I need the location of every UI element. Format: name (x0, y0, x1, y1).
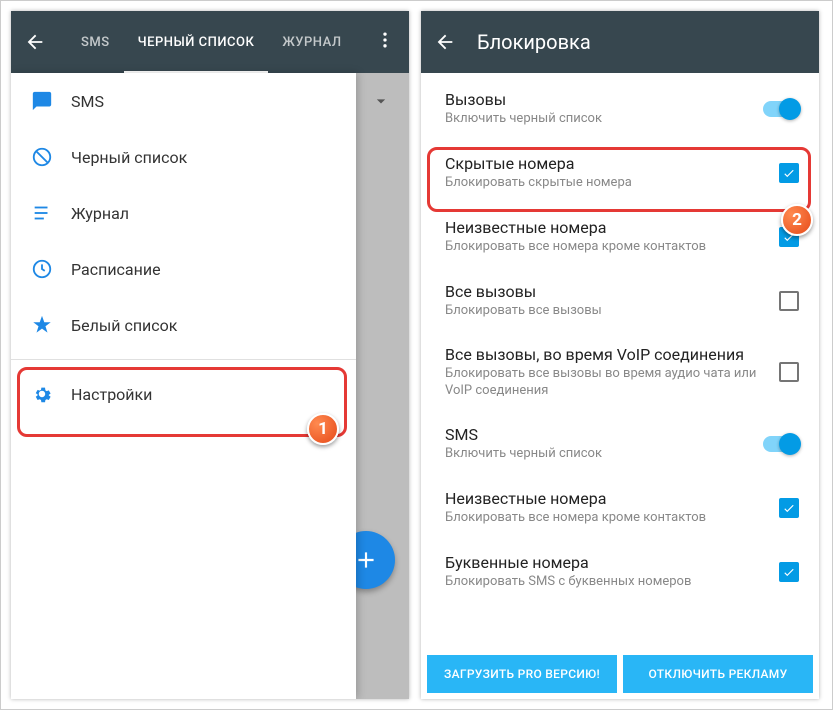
arrow-left-icon (434, 31, 456, 53)
setting-row[interactable]: Все вызовы, во время VoIP соединения Блок… (421, 333, 819, 412)
setting-row[interactable]: Вызовы Включить черный список (421, 77, 819, 141)
drawer-item-sms[interactable]: SMS (11, 73, 356, 129)
drawer-item-log[interactable]: Журнал (11, 185, 356, 241)
page-title: Блокировка (477, 30, 591, 54)
tabs: SMS ЧЕРНЫЙ СПИСОК ЖУРНАЛ (67, 11, 373, 73)
drawer-item-whitelist[interactable]: Белый список (11, 297, 356, 353)
tab-blacklist[interactable]: ЧЕРНЫЙ СПИСОК (124, 11, 269, 73)
setting-sub: Блокировать скрытые номера (445, 175, 769, 192)
settings-list: Вызовы Включить черный список Скрытые номе… (421, 73, 819, 608)
sms-icon (31, 90, 71, 112)
setting-row[interactable]: Все вызовы Блокировать все вызовы (421, 269, 819, 333)
left-phone: SMS ЧЕРНЫЙ СПИСОК ЖУРНАЛ × SMS Черный сп… (11, 11, 409, 699)
setting-sub: Блокировать все вызовы (445, 303, 769, 320)
gear-icon (31, 383, 71, 405)
log-icon (31, 202, 71, 224)
setting-label: Все вызовы, во время VoIP соединения (445, 345, 769, 364)
back-button[interactable] (433, 30, 457, 54)
setting-sub: Блокировать все номера кроме контактов (445, 510, 769, 527)
plus-icon (353, 547, 379, 573)
checkbox[interactable] (779, 163, 799, 183)
disable-ads-button[interactable]: ОТКЛЮЧИТЬ РЕКЛАМУ (623, 655, 813, 693)
drawer-item-schedule[interactable]: Расписание (11, 241, 356, 297)
schedule-icon (31, 258, 71, 280)
setting-sub: Блокировать SMS с буквенных номеров (445, 574, 769, 591)
checkbox[interactable] (779, 562, 799, 582)
setting-row[interactable]: Скрытые номера Блокировать скрытые номера (421, 141, 819, 205)
right-phone: Блокировка Вызовы Включить черный список С… (421, 11, 819, 699)
switch-toggle[interactable] (763, 101, 799, 117)
setting-sub: Включить черный список (445, 446, 753, 463)
back-button[interactable] (23, 30, 47, 54)
setting-row[interactable]: Буквенные номера Блокировать SMS с буквен… (421, 540, 819, 604)
chevron-down-icon[interactable] (371, 91, 391, 115)
star-icon (31, 314, 71, 336)
bottom-buttons: ЗАГРУЗИТЬ PRO ВЕРСИЮ! ОТКЛЮЧИТЬ РЕКЛАМУ (421, 649, 819, 699)
setting-label: Буквенные номера (445, 553, 769, 572)
checkbox[interactable] (779, 291, 799, 311)
switch-toggle[interactable] (763, 436, 799, 452)
divider (11, 359, 356, 360)
drawer-label: SMS (71, 92, 104, 111)
more-button[interactable] (373, 30, 397, 55)
drawer-label: Черный список (71, 148, 187, 167)
setting-label: Все вызовы (445, 282, 769, 301)
badge-2: 2 (781, 204, 813, 236)
more-vert-icon (375, 30, 395, 50)
tab-log[interactable]: ЖУРНАЛ (268, 11, 355, 73)
drawer-label: Расписание (71, 260, 161, 279)
checkbox[interactable] (779, 362, 799, 382)
drawer-item-blacklist[interactable]: Черный список (11, 129, 356, 185)
pro-button[interactable]: ЗАГРУЗИТЬ PRO ВЕРСИЮ! (427, 655, 617, 693)
setting-row[interactable]: Неизвестные номера Блокировать все номера… (421, 205, 819, 269)
checkbox[interactable] (779, 498, 799, 518)
drawer: SMS Черный список Журнал Расписание Белы… (11, 73, 356, 699)
setting-sub: Блокировать все номера кроме контактов (445, 239, 769, 256)
setting-label: Неизвестные номера (445, 489, 769, 508)
arrow-left-icon (24, 31, 46, 53)
block-icon (31, 146, 71, 168)
setting-label: Вызовы (445, 90, 753, 109)
tab-sms[interactable]: SMS (67, 11, 124, 73)
setting-row[interactable]: SMS Включить черный список (421, 412, 819, 476)
setting-label: Скрытые номера (445, 154, 769, 173)
appbar: Блокировка (421, 11, 819, 73)
setting-label: Неизвестные номера (445, 218, 769, 237)
badge-1: 1 (307, 413, 339, 445)
drawer-label: Белый список (71, 316, 177, 335)
setting-sub: Блокировать все вызовы во время аудио ча… (445, 366, 769, 400)
drawer-item-settings[interactable]: Настройки (11, 366, 356, 422)
backdrop (349, 73, 409, 699)
drawer-label: Журнал (71, 204, 129, 223)
appbar: SMS ЧЕРНЫЙ СПИСОК ЖУРНАЛ (11, 11, 409, 73)
setting-sub: Включить черный список (445, 111, 753, 128)
drawer-label: Настройки (71, 385, 152, 404)
setting-row[interactable]: Неизвестные номера Блокировать все номера… (421, 476, 819, 540)
setting-label: SMS (445, 425, 753, 444)
